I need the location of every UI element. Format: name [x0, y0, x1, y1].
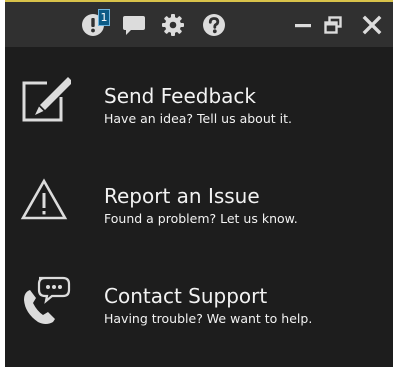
- settings-button[interactable]: [159, 10, 187, 40]
- close-button[interactable]: [358, 10, 386, 40]
- restore-icon: [323, 15, 343, 35]
- menu-item-subtitle: Have an idea? Tell us about it.: [104, 111, 292, 126]
- help-icon: [202, 13, 226, 37]
- title-bar: 1: [5, 0, 393, 47]
- minimize-button[interactable]: [289, 10, 317, 40]
- edit-icon: [19, 75, 73, 127]
- menu-item-contact-support[interactable]: Contact Support Having trouble? We want …: [5, 247, 393, 347]
- notifications-button[interactable]: 1: [79, 9, 110, 40]
- restore-button[interactable]: [319, 10, 347, 40]
- phone-chat-icon: [19, 275, 71, 327]
- menu-item-title: Send Feedback: [104, 84, 256, 108]
- help-button[interactable]: [200, 10, 228, 40]
- chat-button[interactable]: [120, 10, 148, 40]
- notification-count-badge: 1: [98, 9, 110, 26]
- gear-icon: [161, 13, 185, 37]
- warning-icon: [19, 175, 71, 227]
- menu-item-send-feedback[interactable]: Send Feedback Have an idea? Tell us abou…: [5, 47, 393, 147]
- minimize-icon: [293, 15, 313, 35]
- menu-item-title: Contact Support: [104, 284, 268, 308]
- chat-icon: [122, 14, 146, 36]
- menu-item-title: Report an Issue: [104, 184, 260, 208]
- menu-item-subtitle: Having trouble? We want to help.: [104, 311, 313, 326]
- support-window: 1 Send Feedback Have an idea? Tell us ab…: [5, 0, 393, 367]
- menu-item-report-issue[interactable]: Report an Issue Found a problem? Let us …: [5, 147, 393, 247]
- close-icon: [362, 15, 382, 35]
- menu-item-subtitle: Found a problem? Let us know.: [104, 211, 298, 226]
